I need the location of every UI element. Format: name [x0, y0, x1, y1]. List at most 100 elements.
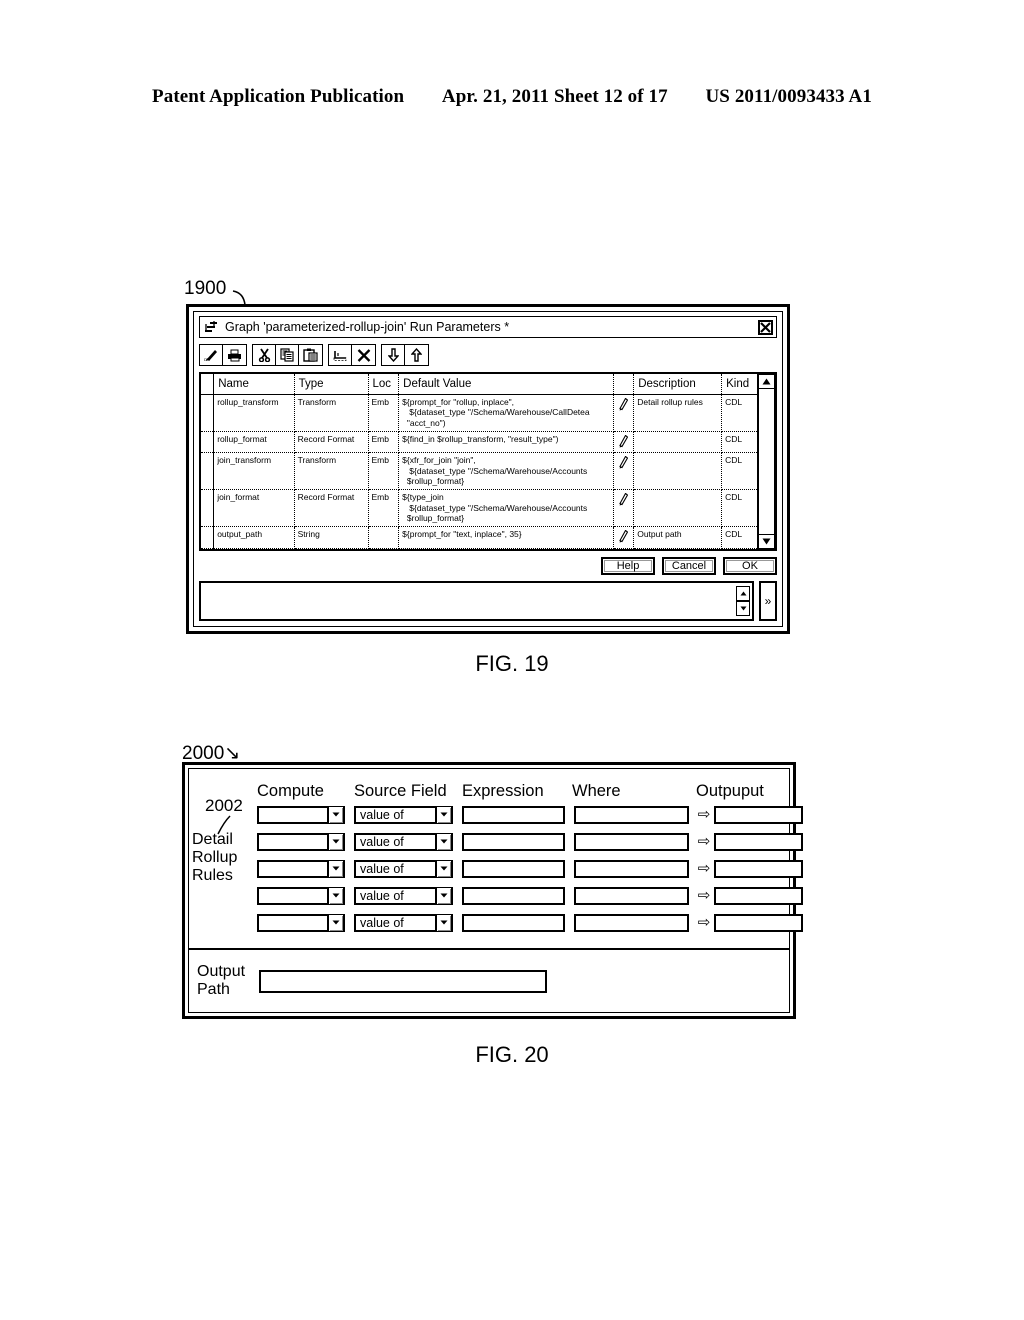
scroll-up-icon[interactable] — [758, 374, 775, 389]
cell-kind[interactable]: CDL — [721, 452, 757, 491]
expression-input[interactable] — [462, 886, 565, 905]
chevron-down-icon[interactable] — [435, 833, 451, 850]
row-grip[interactable] — [201, 526, 215, 549]
table-row[interactable]: rollup_format Record Format Emb ${find_i… — [201, 431, 757, 454]
chevron-down-icon[interactable] — [327, 914, 343, 931]
output-input[interactable] — [714, 886, 803, 905]
expression-input[interactable] — [462, 859, 565, 878]
cell-default-value[interactable]: ${prompt_for "rollup, inplace", ${datase… — [398, 394, 615, 432]
cell-kind[interactable]: CDL — [721, 526, 757, 549]
source-field-dropdown[interactable]: value of — [354, 805, 453, 824]
copy-icon[interactable] — [276, 345, 299, 365]
scrollbar-track[interactable] — [758, 389, 775, 534]
pencil-icon[interactable] — [613, 526, 635, 549]
cell-loc[interactable]: Emb — [368, 431, 400, 454]
status-spinner[interactable] — [736, 586, 750, 616]
cell-kind[interactable]: CDL — [721, 394, 757, 432]
chevron-down-icon[interactable] — [435, 806, 451, 823]
cell-type[interactable]: Record Format — [294, 489, 369, 528]
cell-kind[interactable]: CDL — [721, 489, 757, 528]
cell-name[interactable]: join_format — [213, 489, 295, 528]
source-field-dropdown[interactable]: value of — [354, 832, 453, 851]
where-input[interactable] — [574, 832, 689, 851]
cell-name[interactable]: rollup_transform — [213, 394, 295, 432]
chevron-down-icon[interactable] — [327, 833, 343, 850]
pencil-icon[interactable] — [613, 394, 635, 432]
row-grip[interactable] — [201, 394, 215, 432]
chevron-down-icon[interactable] — [327, 806, 343, 823]
cell-default-value[interactable]: ${find_in $rollup_transform, "result_typ… — [398, 431, 615, 454]
paste-icon[interactable] — [299, 345, 322, 365]
pencil-icon[interactable] — [613, 489, 635, 528]
column-header-type[interactable]: Type — [294, 374, 369, 395]
table-row[interactable]: join_transform Transform Emb ${xfr_for_j… — [201, 452, 757, 491]
scissors-icon[interactable] — [253, 345, 276, 365]
where-input[interactable] — [574, 859, 689, 878]
source-field-dropdown[interactable]: value of — [354, 913, 453, 932]
table-row[interactable]: join_format Record Format Emb ${type_joi… — [201, 489, 757, 528]
cell-description[interactable] — [633, 452, 723, 491]
cell-description[interactable]: Detail rollup rules — [633, 394, 723, 432]
column-header-default-value[interactable]: Default Value — [398, 374, 615, 395]
expand-button[interactable]: » — [759, 581, 777, 621]
edit-script-icon[interactable]: DN — [200, 345, 223, 365]
cell-name[interactable]: join_transform — [213, 452, 295, 491]
compute-dropdown[interactable] — [257, 832, 345, 851]
where-input[interactable] — [574, 913, 689, 932]
expression-input[interactable] — [462, 805, 565, 824]
chevron-down-icon[interactable] — [435, 887, 451, 904]
cell-description[interactable] — [633, 431, 723, 454]
chevron-down-icon[interactable] — [327, 860, 343, 877]
compute-dropdown[interactable] — [257, 886, 345, 905]
cell-default-value[interactable]: ${type_join ${dataset_type "/Schema/Ware… — [398, 489, 615, 528]
cancel-button[interactable]: Cancel — [662, 557, 716, 575]
cell-kind[interactable]: CDL — [721, 431, 757, 454]
pencil-icon[interactable] — [613, 431, 635, 454]
help-button[interactable]: Help — [601, 557, 655, 575]
insert-row-icon[interactable] — [329, 345, 352, 365]
cell-default-value[interactable]: ${xfr_for_join "join", ${dataset_type "/… — [398, 452, 615, 491]
compute-dropdown[interactable] — [257, 805, 345, 824]
spinner-up-icon[interactable] — [736, 586, 750, 601]
column-header-description[interactable]: Description — [633, 374, 723, 395]
chevron-down-icon[interactable] — [435, 914, 451, 931]
print-icon[interactable] — [223, 345, 246, 365]
row-grip[interactable] — [201, 431, 215, 454]
compute-dropdown[interactable] — [257, 859, 345, 878]
cell-description[interactable] — [633, 489, 723, 528]
expression-input[interactable] — [462, 913, 565, 932]
source-field-dropdown[interactable]: value of — [354, 886, 453, 905]
table-row[interactable]: rollup_transform Transform Emb ${prompt_… — [201, 394, 757, 432]
output-input[interactable] — [714, 805, 803, 824]
output-input[interactable] — [714, 832, 803, 851]
cell-loc[interactable]: Emb — [368, 394, 400, 432]
pencil-icon[interactable] — [613, 452, 635, 491]
cell-type[interactable]: String — [294, 526, 369, 549]
where-input[interactable] — [574, 805, 689, 824]
spinner-down-icon[interactable] — [736, 601, 750, 616]
where-input[interactable] — [574, 886, 689, 905]
source-field-dropdown[interactable]: value of — [354, 859, 453, 878]
expression-input[interactable] — [462, 832, 565, 851]
status-text-area[interactable] — [199, 581, 754, 621]
cell-default-value[interactable]: ${prompt_for "text, inplace", 35} — [398, 526, 615, 549]
chevron-down-icon[interactable] — [435, 860, 451, 877]
cell-name[interactable]: output_path — [213, 526, 295, 549]
close-box-icon[interactable] — [758, 319, 773, 335]
table-row[interactable]: output_path String ${prompt_for "text, i… — [201, 526, 757, 549]
row-grip[interactable] — [201, 452, 215, 491]
cell-name[interactable]: rollup_format — [213, 431, 295, 454]
delete-x-icon[interactable] — [352, 345, 375, 365]
table-vertical-scrollbar[interactable] — [757, 374, 775, 549]
ok-button[interactable]: OK — [723, 557, 777, 575]
column-header-kind[interactable]: Kind — [721, 374, 757, 395]
scroll-down-icon[interactable] — [758, 534, 775, 549]
column-header-name[interactable]: Name — [213, 374, 295, 395]
cell-type[interactable]: Transform — [294, 452, 369, 491]
cell-loc[interactable]: Emb — [368, 452, 400, 491]
arrow-up-icon[interactable] — [405, 345, 428, 365]
cell-type[interactable]: Transform — [294, 394, 369, 432]
output-path-input[interactable] — [259, 969, 547, 993]
cell-loc[interactable] — [368, 526, 400, 549]
cell-type[interactable]: Record Format — [294, 431, 369, 454]
